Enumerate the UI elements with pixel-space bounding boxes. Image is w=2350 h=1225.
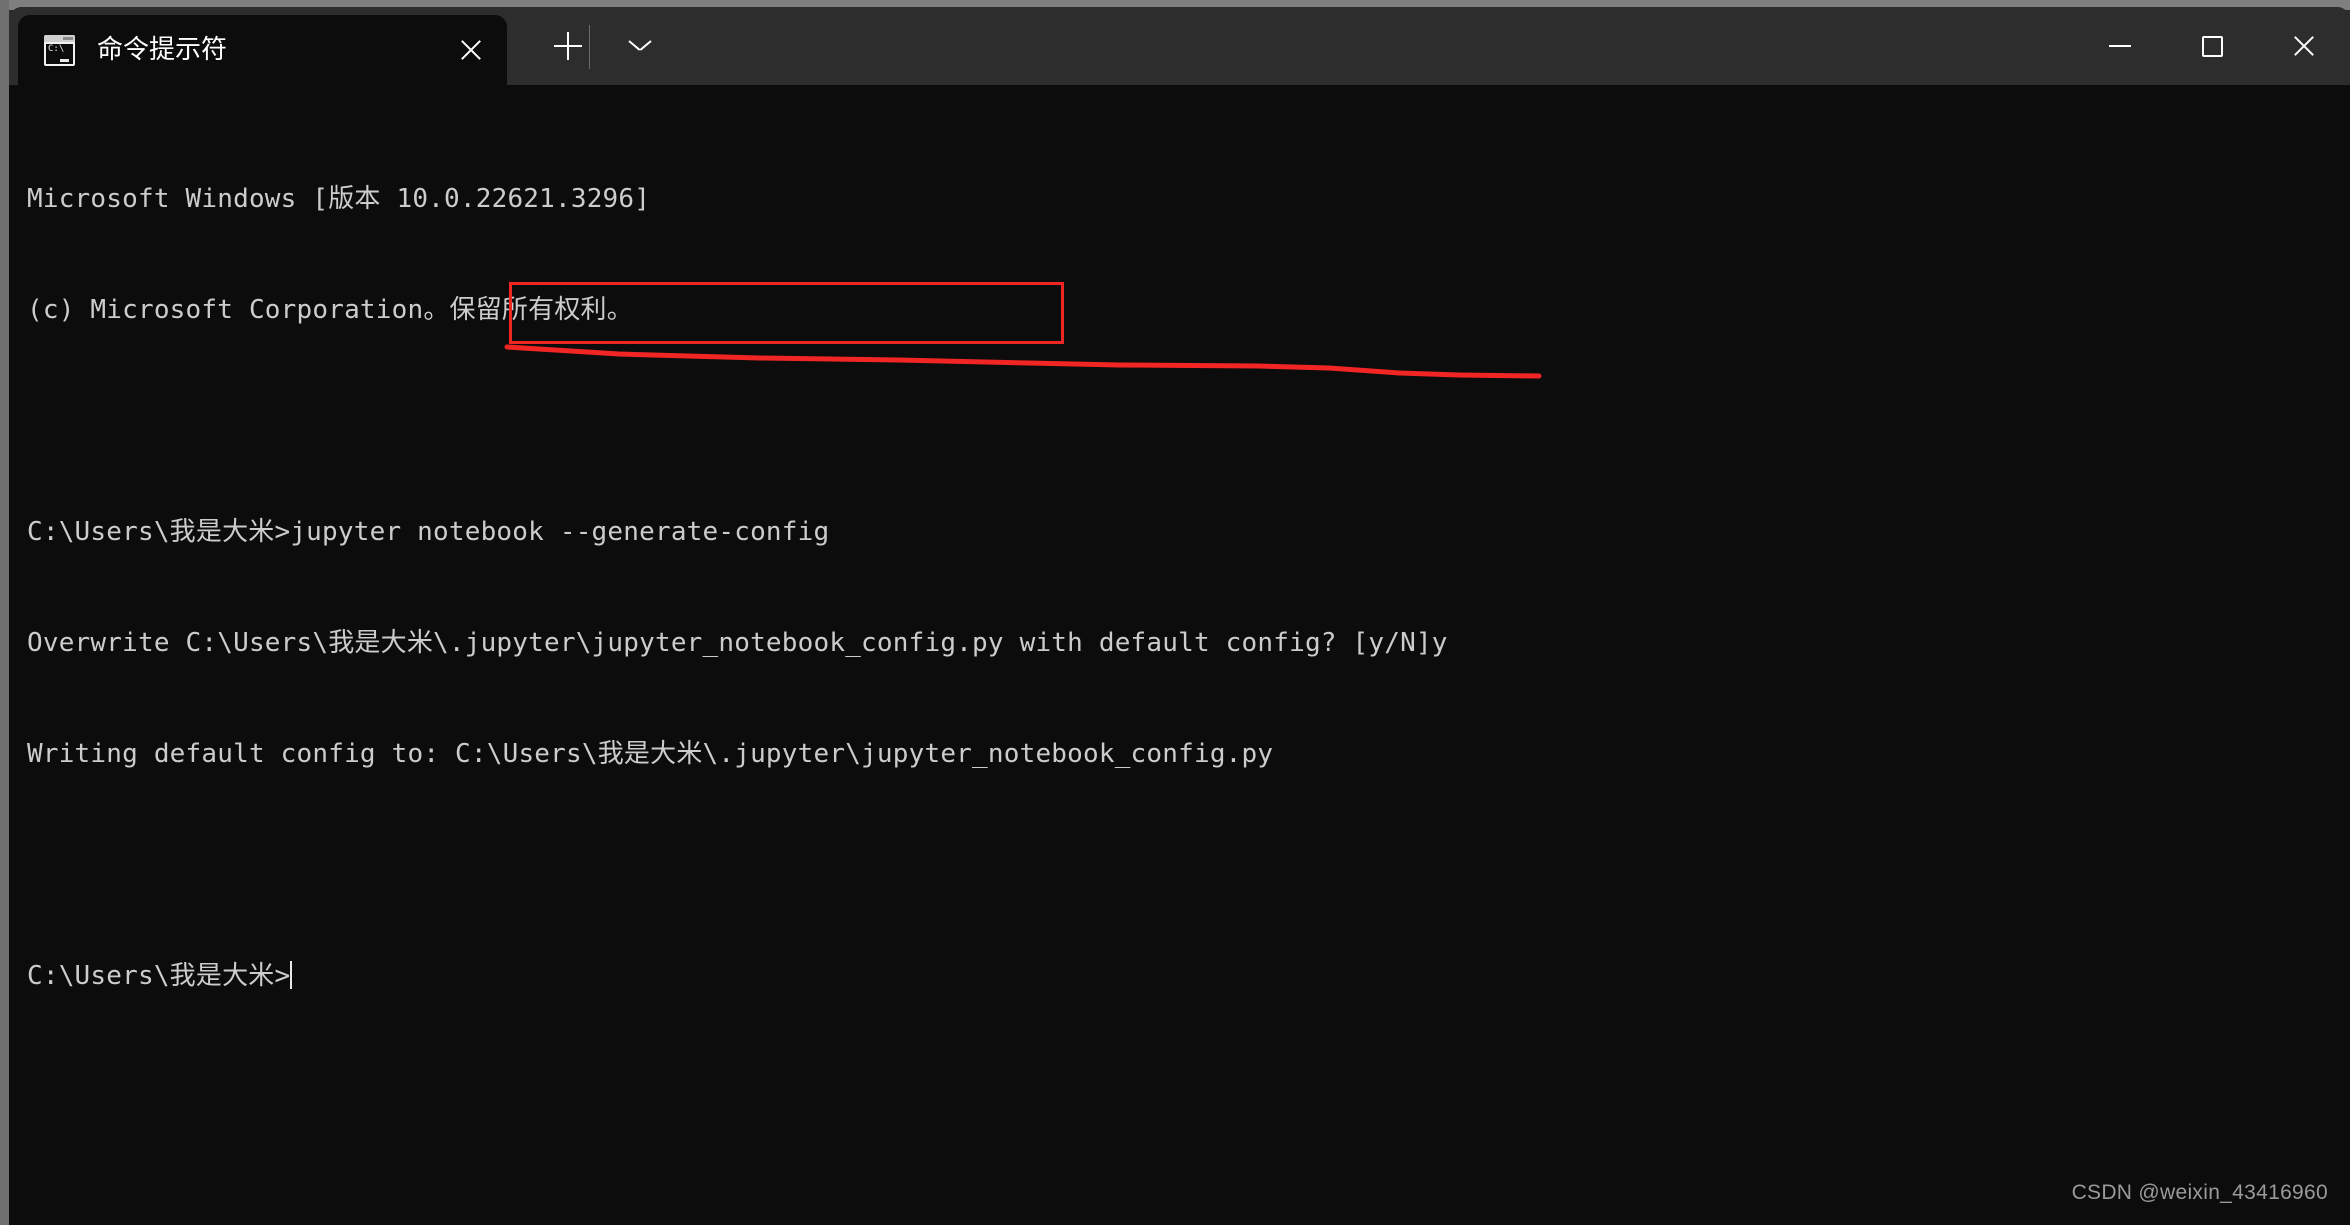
close-icon [458, 37, 484, 63]
tab-strip: C:\ 命令提示符 [9, 7, 507, 85]
console-icon: C:\ [44, 34, 75, 66]
maximize-icon [2201, 35, 2223, 57]
console-icon-cursor [60, 58, 69, 62]
maximize-button[interactable] [2166, 7, 2258, 85]
terminal-line: (c) Microsoft Corporation。保留所有权利。 [27, 295, 633, 325]
tab-dropdown-button[interactable] [609, 15, 671, 77]
tab-command-prompt[interactable]: C:\ 命令提示符 [18, 15, 507, 85]
tab-close-button[interactable] [439, 18, 503, 82]
window-controls [2074, 7, 2350, 85]
chevron-down-icon [629, 40, 651, 52]
minimize-button[interactable] [2074, 7, 2166, 85]
terminal-text-block: Microsoft Windows [版本 10.0.22621.3296] (… [27, 107, 1448, 1069]
tab-title-label: 命令提示符 [97, 35, 228, 65]
terminal-line: Microsoft Windows [版本 10.0.22621.3296] [27, 184, 651, 214]
close-window-icon [2291, 33, 2317, 59]
terminal-app-window: C:\ 命令提示符 Microsoft Windows [版本 10.0.226… [0, 0, 2350, 1225]
prompt-text: C:\Users\我是大米> [27, 961, 291, 991]
desktop-background-left-edge [0, 0, 9, 1225]
terminal-line-writing-config: Writing default config to: C:\Users\我是大米… [27, 739, 1274, 769]
toolbar-separator [589, 25, 590, 69]
terminal-line-overwrite-prompt: Overwrite C:\Users\我是大米\.jupyter\jupyter… [27, 628, 1448, 658]
minimize-icon [2109, 45, 2131, 47]
title-bar: C:\ 命令提示符 [9, 7, 2350, 85]
terminal-prompt-line: C:\Users\我是大米> [27, 958, 1448, 995]
terminal-output-area[interactable]: Microsoft Windows [版本 10.0.22621.3296] (… [9, 85, 2350, 1225]
command-prompt-window: C:\ 命令提示符 Microsoft Windows [版本 10.0.226… [9, 7, 2350, 1225]
plus-icon [554, 32, 582, 60]
console-icon-dots [63, 36, 73, 40]
terminal-line-command: C:\Users\我是大米>jupyter notebook --generat… [27, 517, 830, 547]
close-window-button[interactable] [2258, 7, 2350, 85]
text-cursor [290, 961, 293, 989]
csdn-watermark: CSDN @weixin_43416960 [2071, 1181, 2328, 1204]
